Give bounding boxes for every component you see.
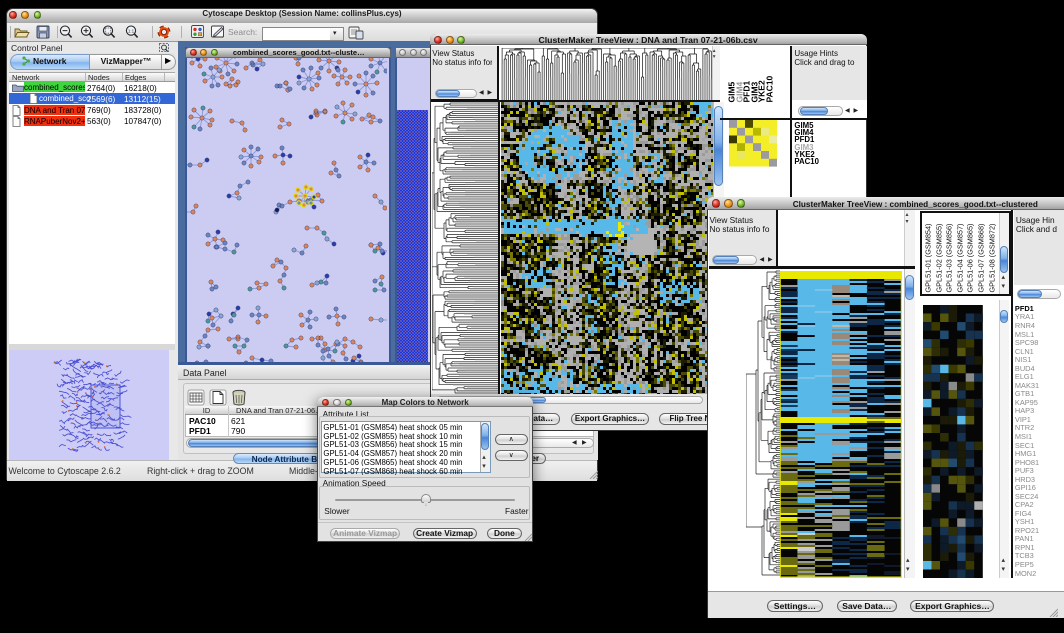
svg-text:1:1: 1:1: [128, 28, 135, 33]
